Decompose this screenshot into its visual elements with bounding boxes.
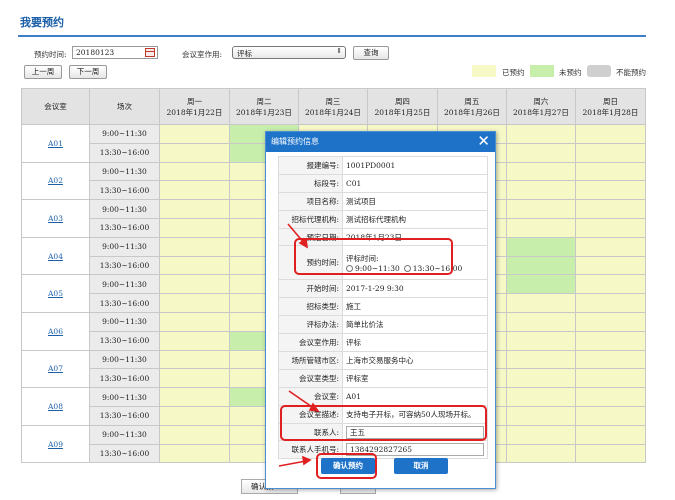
arrow-confirm (278, 460, 307, 467)
annotation-arrows (278, 223, 320, 467)
arrow-confirm-head (302, 455, 312, 466)
arrow-contact-head (308, 402, 320, 413)
